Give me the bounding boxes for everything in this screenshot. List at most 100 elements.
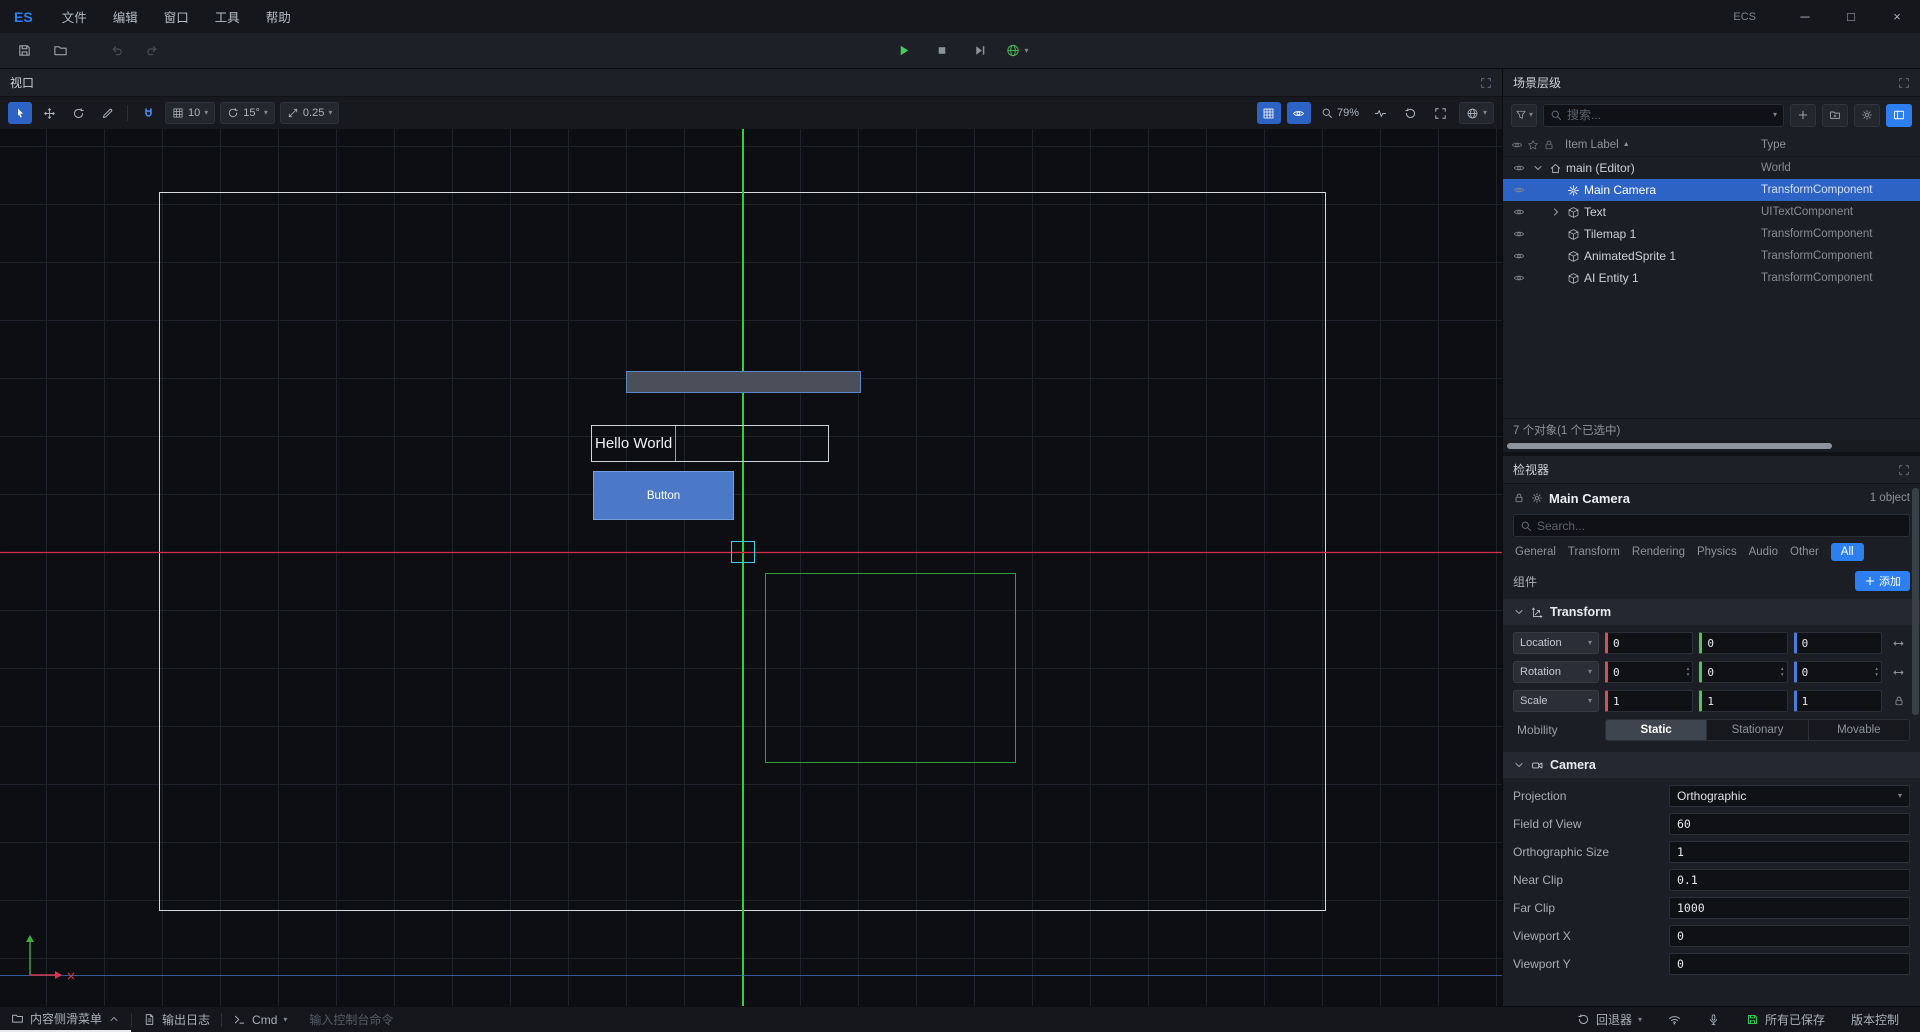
uniform-scale-lock-button[interactable] [1888, 695, 1910, 707]
undo-button[interactable] [104, 39, 128, 63]
hierarchy-search[interactable]: ▾ [1543, 104, 1784, 127]
viewport-x-input[interactable] [1677, 929, 1902, 943]
tab-rendering[interactable]: Rendering [1632, 546, 1685, 558]
table-row[interactable]: Tilemap 1 TransformComponent [1503, 223, 1920, 245]
panel-view-button[interactable] [1886, 104, 1912, 127]
menu-help[interactable]: 帮助 [253, 0, 304, 33]
zoom-control[interactable]: 79% [1317, 102, 1363, 124]
world-dropdown[interactable]: ▾ [1459, 102, 1494, 124]
menu-edit[interactable]: 编辑 [100, 0, 151, 33]
visibility-toggle[interactable] [1511, 184, 1527, 196]
viewport-maximize-button[interactable] [1480, 77, 1492, 89]
column-item-label[interactable]: Item Label [1565, 139, 1619, 151]
rotation-z-field[interactable] [1797, 666, 1876, 679]
mobility-movable[interactable]: Movable [1808, 720, 1909, 740]
open-button[interactable] [48, 39, 72, 63]
visibility-toggle[interactable] [1511, 250, 1527, 262]
location-y-field[interactable] [1702, 637, 1786, 650]
tab-general[interactable]: General [1515, 546, 1556, 558]
hierarchy-settings-button[interactable] [1854, 104, 1880, 127]
stop-button[interactable] [929, 39, 953, 63]
tab-all[interactable]: All [1831, 543, 1864, 561]
field-of-view-input[interactable] [1677, 817, 1902, 831]
visibility-toggle-button[interactable] [1287, 102, 1311, 124]
rotation-x-field[interactable] [1608, 666, 1687, 679]
spinner-icon[interactable]: ▴▾ [1875, 666, 1881, 678]
platform-dropdown[interactable]: ▾ [1005, 43, 1028, 58]
cmd-dropdown[interactable]: Cmd ▾ [222, 1007, 298, 1032]
rotate-tool-button[interactable] [66, 102, 90, 124]
vertical-scrollbar[interactable] [1912, 486, 1919, 1002]
play-button[interactable] [891, 39, 915, 63]
table-row[interactable]: Text UITextComponent [1503, 201, 1920, 223]
horizontal-scrollbar[interactable] [1503, 440, 1920, 452]
minimize-button[interactable]: ─ [1782, 0, 1828, 33]
table-row-selected[interactable]: Main Camera TransformComponent [1503, 179, 1920, 201]
entity-bounds-rect[interactable] [765, 573, 1016, 763]
projection-select[interactable]: Orthographic ▾ [1669, 785, 1910, 807]
visibility-toggle[interactable] [1511, 228, 1527, 240]
hierarchy-maximize-button[interactable] [1898, 77, 1910, 89]
scale-y-field[interactable] [1702, 695, 1786, 708]
mobility-static[interactable]: Static [1606, 720, 1706, 740]
visibility-toggle[interactable] [1511, 272, 1527, 284]
fullscreen-button[interactable] [1429, 102, 1453, 124]
ui-text-element[interactable]: Hello World [591, 425, 829, 462]
far-clip-input[interactable] [1677, 901, 1902, 915]
tab-transform[interactable]: Transform [1568, 546, 1620, 558]
tab-other[interactable]: Other [1790, 546, 1819, 558]
inspector-maximize-button[interactable] [1898, 464, 1910, 476]
scale-z-field[interactable] [1797, 695, 1881, 708]
scale-mode-dropdown[interactable]: Scale▾ [1513, 690, 1599, 712]
close-button[interactable]: × [1874, 0, 1920, 33]
stats-button[interactable] [1369, 102, 1393, 124]
scrollbar-thumb[interactable] [1507, 443, 1832, 449]
save-status[interactable]: 所有已保存 [1735, 1011, 1836, 1028]
gear-icon[interactable] [1531, 492, 1543, 504]
lock-icon[interactable] [1513, 492, 1525, 504]
rotation-mode-dropdown[interactable]: Rotation▾ [1513, 661, 1599, 683]
selected-sprite-rect[interactable] [626, 371, 861, 393]
tab-physics[interactable]: Physics [1697, 546, 1737, 558]
inspector-search-input[interactable] [1537, 519, 1903, 533]
scale-snap-dropdown[interactable]: 0.25 ▾ [280, 102, 339, 124]
pivot-marker[interactable] [731, 541, 755, 563]
menu-window[interactable]: 窗口 [151, 0, 202, 33]
save-button[interactable] [12, 39, 36, 63]
table-row[interactable]: main (Editor) World [1503, 157, 1920, 179]
location-z-field[interactable] [1797, 637, 1881, 650]
expand-toggle[interactable] [1549, 206, 1563, 218]
table-row[interactable]: AI Entity 1 TransformComponent [1503, 267, 1920, 289]
select-tool-button[interactable] [8, 102, 32, 124]
table-row[interactable]: AnimatedSprite 1 TransformComponent [1503, 245, 1920, 267]
transform-section-header[interactable]: Transform [1503, 599, 1920, 625]
rotation-snap-dropdown[interactable]: 15° ▾ [220, 102, 275, 124]
menu-tools[interactable]: 工具 [202, 0, 253, 33]
camera-section-header[interactable]: Camera [1503, 752, 1920, 778]
add-entity-button[interactable] [1790, 104, 1816, 127]
step-button[interactable] [967, 39, 991, 63]
spinner-icon[interactable]: ▴▾ [1687, 666, 1693, 678]
snap-toggle-button[interactable] [136, 102, 160, 124]
reset-view-button[interactable] [1399, 102, 1423, 124]
network-status-button[interactable] [1657, 1013, 1692, 1026]
visibility-toggle[interactable] [1511, 206, 1527, 218]
output-log-button[interactable]: 输出日志 [132, 1007, 221, 1032]
hierarchy-search-input[interactable] [1567, 108, 1768, 122]
expand-toggle[interactable] [1531, 162, 1545, 174]
content-drawer-button[interactable]: 内容侧滑菜单 [0, 1007, 131, 1032]
console-input[interactable]: 输入控制台命令 [298, 1007, 404, 1032]
link-axes-button[interactable] [1888, 666, 1910, 679]
spinner-icon[interactable]: ▴▾ [1781, 666, 1787, 678]
redo-button[interactable] [140, 39, 164, 63]
ui-button-element[interactable]: Button [593, 471, 734, 520]
near-clip-input[interactable] [1677, 873, 1902, 887]
tab-audio[interactable]: Audio [1749, 546, 1778, 558]
revision-dropdown[interactable]: 回退器 ▾ [1566, 1011, 1653, 1028]
visibility-toggle[interactable] [1511, 162, 1527, 174]
rotation-y-field[interactable] [1702, 666, 1781, 679]
mobility-stationary[interactable]: Stationary [1706, 720, 1807, 740]
scale-x-field[interactable] [1608, 695, 1692, 708]
viewport-y-input[interactable] [1677, 957, 1902, 971]
scene-canvas[interactable]: Hello World Button × [0, 129, 1502, 1006]
